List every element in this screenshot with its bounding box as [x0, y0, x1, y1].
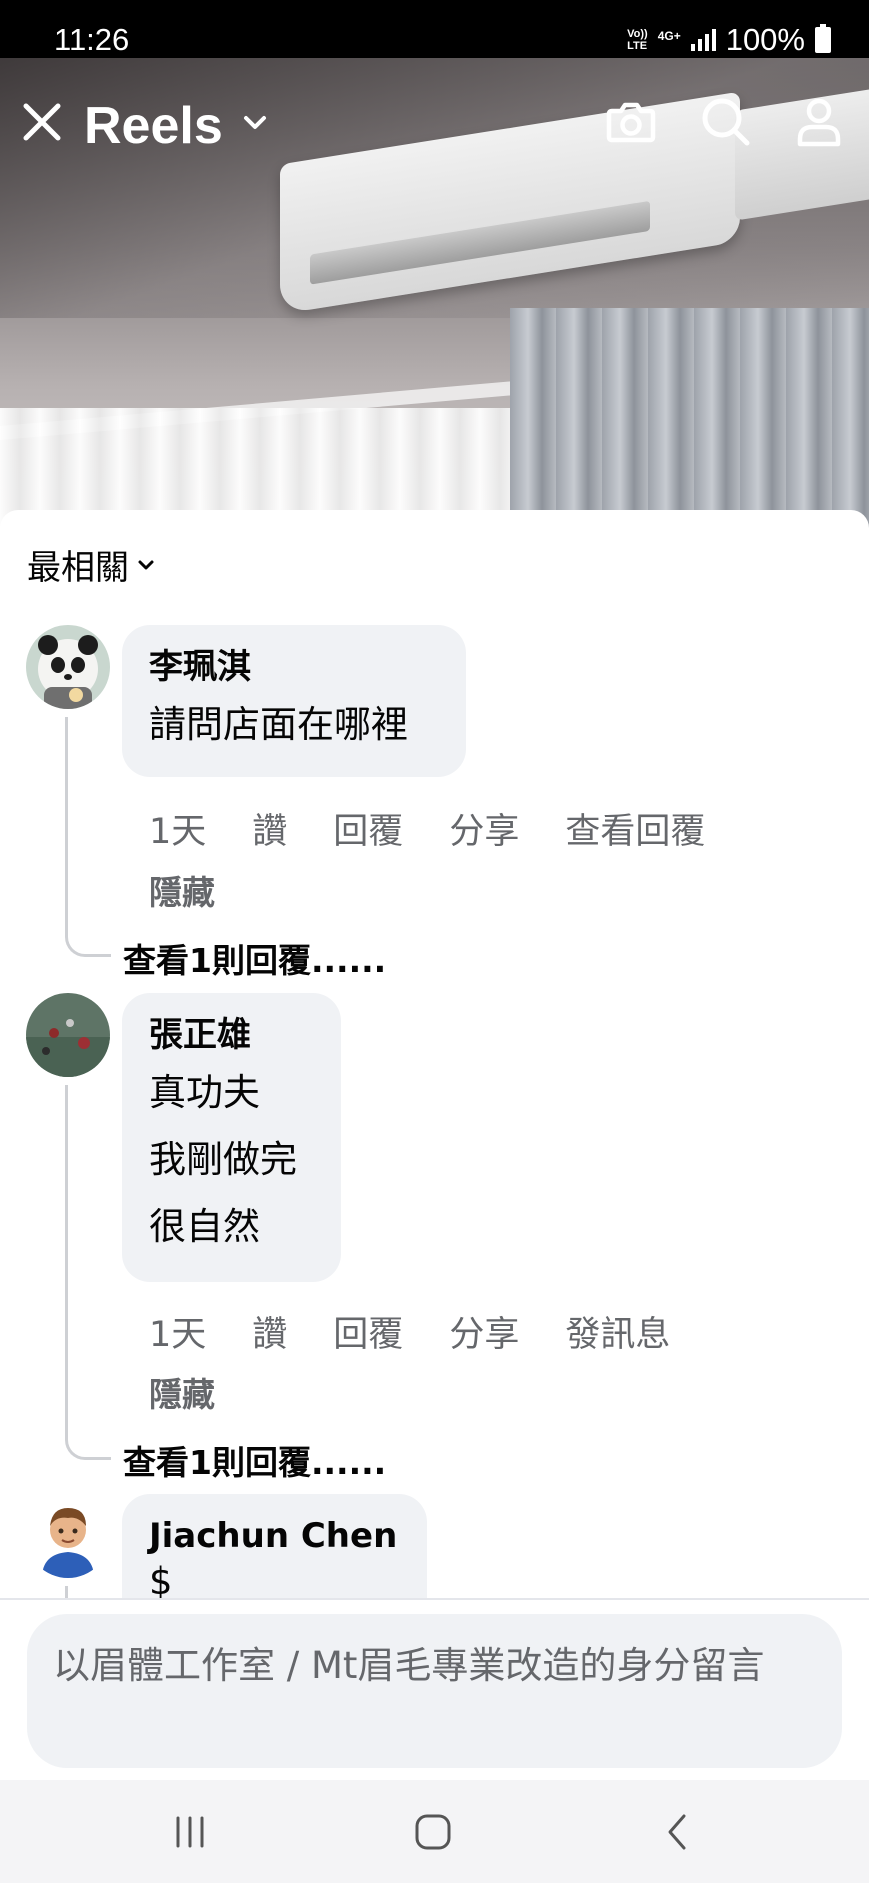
- comment-input[interactable]: 以眉體工作室 / Mt眉毛專業改造的身分留言: [27, 1614, 842, 1768]
- battery-icon: [815, 24, 831, 53]
- network-type: 4G+: [657, 29, 681, 43]
- volte-icon: Vo)) LTE: [627, 28, 648, 52]
- view-replies-link[interactable]: 查看1則回覆......: [123, 934, 386, 982]
- comment-text-line: 我剛做完: [149, 1138, 297, 1181]
- like-button[interactable]: 讚: [252, 803, 287, 854]
- reply-button[interactable]: 回覆: [333, 803, 403, 854]
- reply-button[interactable]: 回覆: [333, 1306, 403, 1357]
- like-button[interactable]: 讚: [252, 1306, 287, 1357]
- status-bar: 11:26 Vo)) LTE 4G+ 100%: [0, 0, 869, 58]
- comment-actions: 1天 讚 回覆 分享 查看回覆: [149, 803, 751, 854]
- volte-top-label: Vo)): [627, 28, 648, 40]
- signal-icon: [690, 29, 716, 51]
- comment-bubble[interactable]: 張正雄 真功夫 我剛做完 很自然: [122, 993, 341, 1282]
- avatar[interactable]: [26, 1494, 110, 1578]
- comment-time: 1天: [149, 812, 207, 852]
- hide-button[interactable]: 隱藏: [149, 1368, 215, 1416]
- search-icon[interactable]: [699, 95, 753, 149]
- volte-bottom-label: LTE: [627, 40, 648, 52]
- comment-author[interactable]: Jiachun Chen: [149, 1512, 400, 1560]
- comment-text-line: 很自然: [149, 1205, 260, 1248]
- comment-author[interactable]: 張正雄: [149, 1011, 314, 1059]
- hide-button[interactable]: 隱藏: [149, 866, 215, 914]
- see-reply-button[interactable]: 查看回覆: [565, 803, 705, 854]
- avatar[interactable]: [26, 625, 110, 709]
- thread-line: [65, 1085, 111, 1460]
- status-indicators: Vo)) LTE 4G+ 100%: [627, 22, 831, 58]
- comments-sheet: 最相關 李珮淇 請問店面在哪裡 1天 讚 回覆 分享 查看回覆 隱藏 查看1則回…: [0, 510, 869, 1780]
- sort-label: 最相關: [27, 548, 129, 588]
- thread-line: [65, 717, 111, 957]
- home-icon[interactable]: [411, 1810, 455, 1854]
- status-time: 11:26: [54, 22, 130, 57]
- chevron-down-icon[interactable]: [242, 113, 268, 133]
- comment-text-line: 真功夫: [149, 1071, 260, 1114]
- comment-text: 請問店面在哪裡: [149, 703, 408, 746]
- profile-icon[interactable]: [792, 95, 846, 149]
- comment-time: 1天: [149, 1315, 207, 1355]
- message-button[interactable]: 發訊息: [565, 1306, 670, 1357]
- view-replies-link[interactable]: 查看1則回覆......: [123, 1436, 386, 1484]
- comment-bubble[interactable]: 李珮淇 請問店面在哪裡: [122, 625, 466, 777]
- camera-icon[interactable]: [604, 95, 658, 149]
- reels-title[interactable]: Reels: [84, 96, 223, 156]
- back-icon[interactable]: [656, 1810, 700, 1854]
- comment-composer: 以眉體工作室 / Mt眉毛專業改造的身分留言: [0, 1598, 869, 1780]
- avatar[interactable]: [26, 993, 110, 1077]
- sort-dropdown[interactable]: 最相關: [27, 540, 155, 589]
- comment-author[interactable]: 李珮淇: [149, 643, 439, 691]
- video-curtains: [510, 308, 869, 528]
- share-button[interactable]: 分享: [449, 1306, 519, 1357]
- share-button[interactable]: 分享: [449, 803, 519, 854]
- comment-actions: 1天 讚 回覆 分享 發訊息: [149, 1306, 716, 1357]
- battery-percent: 100%: [725, 22, 805, 57]
- chevron-down-icon: [138, 560, 154, 569]
- recent-apps-icon[interactable]: [168, 1810, 212, 1854]
- close-icon[interactable]: [20, 100, 64, 144]
- system-nav-bar: [0, 1780, 869, 1883]
